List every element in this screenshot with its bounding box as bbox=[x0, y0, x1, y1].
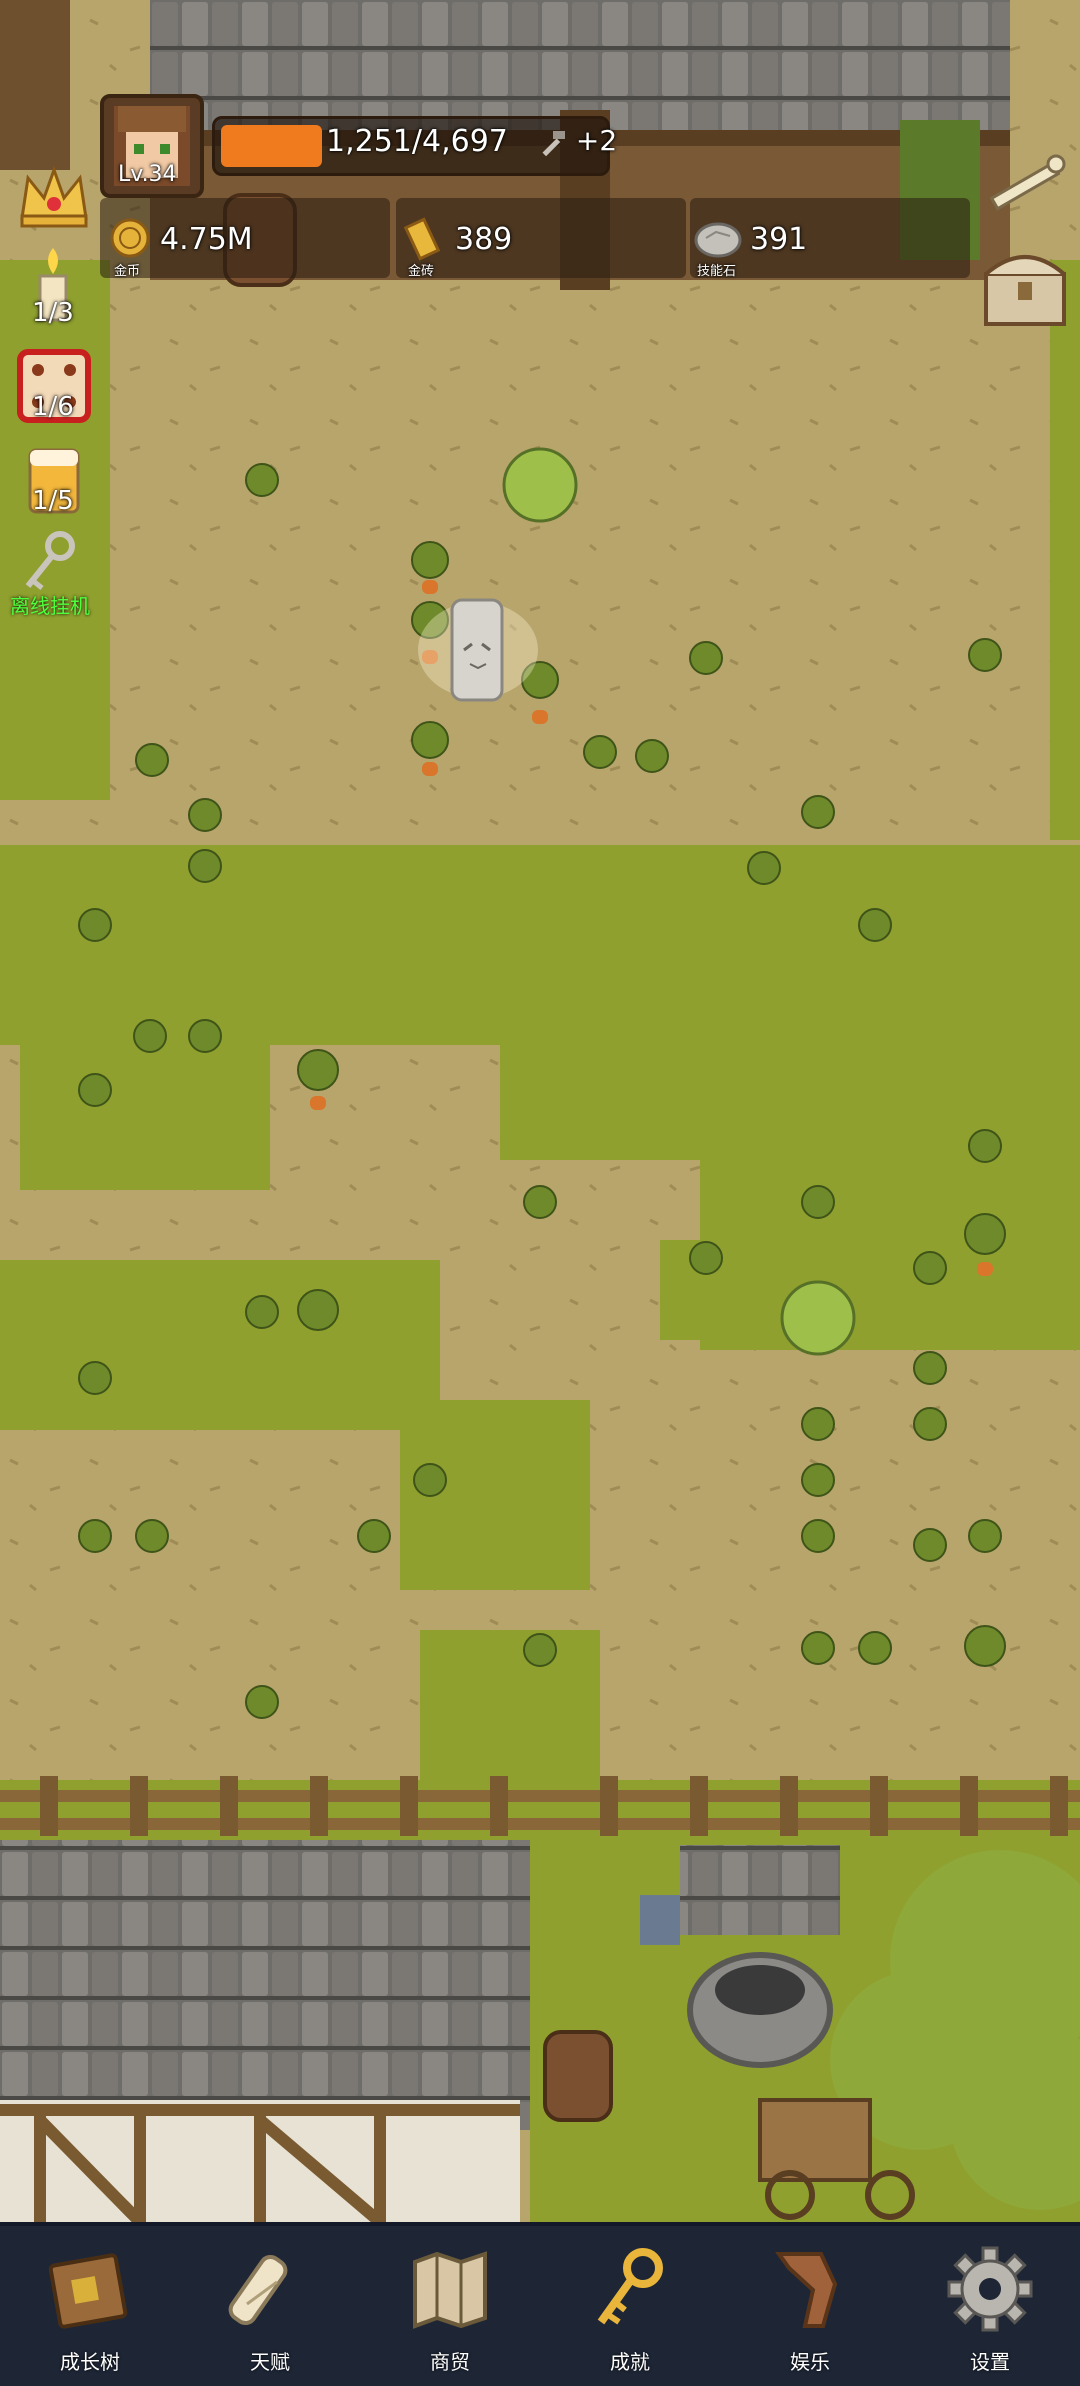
skill-stone-icon bbox=[694, 222, 742, 258]
treasure-chest-icon[interactable] bbox=[980, 244, 1070, 330]
map-icon bbox=[413, 2251, 487, 2329]
nav-label-talent: 天赋 bbox=[250, 2350, 290, 2374]
farm-scene bbox=[0, 0, 1080, 2222]
afk-label[interactable]: 离线挂机 bbox=[10, 590, 90, 619]
afk-keys-icon[interactable] bbox=[14, 528, 94, 598]
hammer-bonus-value: +2 bbox=[575, 124, 618, 157]
bone-sword-icon[interactable] bbox=[980, 146, 1070, 226]
beer-count: 1/5 bbox=[32, 486, 74, 516]
crown-icon[interactable] bbox=[14, 160, 94, 232]
scroll-icon bbox=[228, 2254, 288, 2326]
bottom-nav: 成长树 天赋 商贸 成就 娱乐 设置 bbox=[0, 2222, 1080, 2386]
nav-label-trade: 商贸 bbox=[430, 2350, 470, 2374]
nav-talent[interactable]: 天赋 bbox=[195, 2226, 345, 2386]
hammer-icon bbox=[542, 131, 565, 157]
skill-stone-label: 技能石 bbox=[697, 264, 737, 279]
gold-value: 4.75M bbox=[160, 222, 253, 257]
candle-count: 1/3 bbox=[32, 298, 74, 328]
nav-label-achievement: 成就 bbox=[610, 2350, 650, 2374]
dice-count: 1/6 bbox=[32, 392, 74, 422]
nav-label-entertainment: 娱乐 bbox=[790, 2350, 830, 2374]
book-icon bbox=[48, 2253, 128, 2329]
nav-achievement[interactable]: 成就 bbox=[555, 2226, 705, 2386]
xp-text: 1,251/4,697 bbox=[326, 124, 508, 159]
player-level: Lv.34 bbox=[118, 162, 177, 187]
nav-label-growth-tree: 成长树 bbox=[60, 2350, 120, 2374]
gear-icon bbox=[947, 2246, 1033, 2332]
skill-stone-value: 391 bbox=[750, 222, 808, 257]
gold-coin-icon bbox=[110, 218, 150, 258]
nav-settings[interactable]: 设置 bbox=[915, 2226, 1065, 2386]
gold-bar-icon bbox=[403, 217, 441, 261]
gold-label: 金币 bbox=[114, 264, 141, 279]
gold-bar-value: 389 bbox=[455, 222, 513, 257]
nav-entertainment[interactable]: 娱乐 bbox=[735, 2226, 885, 2386]
key-icon bbox=[597, 2248, 663, 2325]
nav-trade[interactable]: 商贸 bbox=[375, 2226, 525, 2386]
xp-bar-fill bbox=[221, 125, 322, 167]
gold-bar-label: 金砖 bbox=[408, 264, 435, 279]
bottom-building bbox=[0, 1840, 530, 2222]
hammer-bonus[interactable]: +2 bbox=[537, 124, 617, 157]
nav-growth-tree[interactable]: 成长树 bbox=[15, 2226, 165, 2386]
nav-label-settings: 设置 bbox=[970, 2350, 1010, 2374]
ribbon-icon bbox=[775, 2252, 838, 2328]
